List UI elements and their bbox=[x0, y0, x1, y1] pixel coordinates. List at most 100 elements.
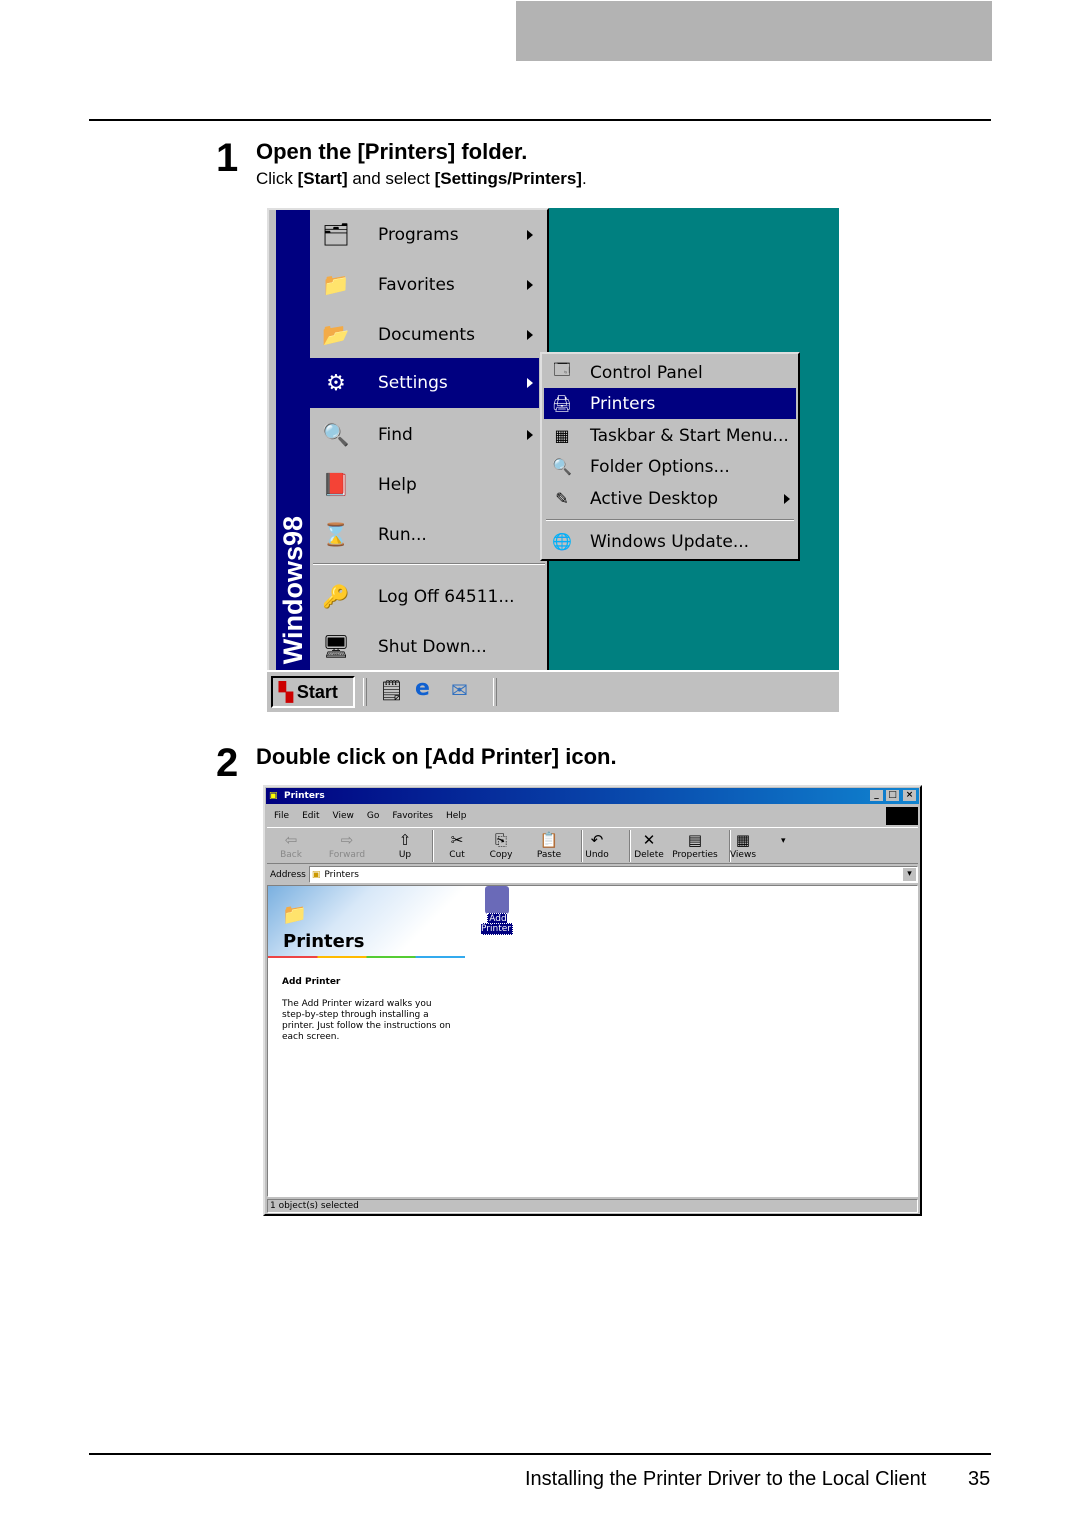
start-menu-item-favorites[interactable]: 📁 Favorites bbox=[310, 260, 539, 310]
up-button[interactable]: ⇧ Up bbox=[385, 830, 425, 860]
properties-button[interactable]: ▤ Properties bbox=[671, 830, 719, 860]
title-bar[interactable]: ▣ Printers _ □ × bbox=[266, 788, 919, 804]
content-area: 📁 Printers Add Printer The Add Printer w… bbox=[267, 885, 918, 1197]
close-button[interactable]: × bbox=[903, 790, 916, 801]
page-number: 35 bbox=[968, 1468, 991, 1490]
show-desktop-icon[interactable]: 🗒 bbox=[379, 678, 404, 702]
outlook-express-icon[interactable]: ✉ bbox=[451, 678, 468, 702]
toolbar-label: Forward bbox=[328, 850, 366, 860]
text: and select bbox=[347, 169, 435, 188]
header-bar bbox=[516, 1, 992, 61]
submenu-arrow-icon bbox=[527, 378, 533, 388]
start-menu-item-programs[interactable]: 🗂 Programs bbox=[310, 210, 539, 260]
submenu-item-taskbar-start-menu[interactable]: ▦ Taskbar & Start Menu... bbox=[544, 420, 796, 451]
maximize-button[interactable]: □ bbox=[886, 790, 899, 801]
menu-edit[interactable]: Edit bbox=[302, 811, 319, 821]
start-menu: Windows98 🗂 Programs 📁 Favorites 📂 Documents ⚙… bbox=[267, 208, 549, 674]
views-button[interactable]: ▦ Views bbox=[723, 830, 763, 860]
add-printer-icon bbox=[485, 886, 509, 914]
toolbar-label: Properties bbox=[672, 850, 718, 860]
menu-file[interactable]: File bbox=[274, 811, 289, 821]
color-rule bbox=[268, 956, 465, 958]
find-icon: 🔍 bbox=[322, 422, 350, 448]
menu-bar: File Edit View Go Favorites Help bbox=[269, 807, 890, 825]
submenu-item-active-desktop[interactable]: ✎ Active Desktop bbox=[544, 483, 796, 514]
toolbar-label: Cut bbox=[449, 850, 465, 860]
views-dropdown-arrow[interactable]: ▾ bbox=[781, 836, 786, 846]
delete-button[interactable]: ✕ Delete bbox=[629, 830, 669, 860]
step-2-number: 2 bbox=[216, 741, 239, 785]
submenu-item-control-panel[interactable]: 🗔 Control Panel bbox=[544, 357, 796, 388]
start-menu-item-documents[interactable]: 📂 Documents bbox=[310, 310, 539, 360]
settings-submenu: 🗔 Control Panel 🖨 Printers ▦ Taskbar & Start … bbox=[540, 352, 800, 561]
back-button[interactable]: ⇦ Back bbox=[271, 830, 311, 860]
start-menu-screenshot: Windows98 🗂 Programs 📁 Favorites 📂 Documents ⚙… bbox=[267, 208, 839, 712]
taskbar-icon: ▦ bbox=[554, 426, 570, 445]
text: [Settings/Printers] bbox=[434, 169, 582, 188]
paste-button[interactable]: 📋 Paste bbox=[529, 830, 569, 860]
menu-help[interactable]: Help bbox=[446, 811, 467, 821]
text: [Start] bbox=[297, 169, 348, 188]
start-menu-item-find[interactable]: 🔍 Find bbox=[310, 410, 539, 460]
printers-folder-icon: ▣ bbox=[269, 791, 278, 801]
taskbar-handle[interactable] bbox=[493, 678, 497, 706]
submenu-item-windows-update[interactable]: 🌐 Windows Update... bbox=[544, 526, 796, 557]
windows98-banner: Windows98 bbox=[276, 210, 310, 670]
monitor-icon: 🖥 bbox=[322, 634, 350, 660]
menu-item-label: Log Off 64511... bbox=[378, 587, 515, 607]
menu-item-label: Windows Update... bbox=[590, 531, 750, 552]
copy-button[interactable]: ⎘ Copy bbox=[481, 830, 521, 860]
step-1-number: 1 bbox=[216, 136, 239, 180]
windows-logo-icon: ▚ bbox=[279, 681, 293, 702]
programs-icon: 🗂 bbox=[322, 222, 350, 248]
internet-explorer-icon[interactable]: e bbox=[415, 676, 430, 701]
copy-icon: ⎘ bbox=[494, 831, 507, 849]
submenu-item-folder-options[interactable]: 🔍 Folder Options... bbox=[544, 451, 796, 482]
start-button[interactable]: ▚ Start bbox=[271, 676, 355, 708]
undo-button[interactable]: ↶ Undo bbox=[577, 830, 617, 860]
address-label: Address bbox=[270, 869, 306, 880]
cut-icon: ✂ bbox=[450, 831, 464, 849]
menu-view[interactable]: View bbox=[333, 811, 354, 821]
menu-separator bbox=[546, 519, 794, 521]
documents-icon: 📂 bbox=[322, 322, 350, 348]
control-panel-icon: 🗔 bbox=[553, 360, 571, 379]
start-menu-item-run[interactable]: ⌛ Run... bbox=[310, 510, 539, 560]
forward-button[interactable]: ⇨ Forward bbox=[327, 830, 367, 860]
address-bar: Address ▣ Printers ▾ bbox=[267, 865, 918, 884]
toolbar-label: Views bbox=[729, 850, 757, 860]
start-menu-item-shut-down[interactable]: 🖥 Shut Down... bbox=[310, 622, 547, 672]
paste-icon: 📋 bbox=[539, 831, 559, 849]
cut-button[interactable]: ✂ Cut bbox=[437, 830, 477, 860]
start-label: Start bbox=[296, 681, 338, 702]
add-printer-label: Add Printer bbox=[481, 913, 513, 935]
address-dropdown-button[interactable]: ▾ bbox=[903, 868, 916, 881]
key-icon: 🔑 bbox=[322, 584, 350, 610]
printers-folder-icon: 📁 bbox=[282, 902, 307, 926]
menu-item-label: Control Panel bbox=[590, 362, 703, 383]
views-icon: ▦ bbox=[735, 831, 751, 849]
address-input[interactable]: ▣ Printers ▾ bbox=[308, 866, 918, 883]
panel-title: Printers bbox=[283, 931, 365, 952]
taskbar-handle[interactable] bbox=[363, 678, 367, 706]
submenu-item-printers[interactable]: 🖨 Printers bbox=[544, 388, 796, 419]
toolbar-label: Undo bbox=[585, 850, 609, 860]
start-menu-item-help[interactable]: 📕 Help bbox=[310, 460, 539, 510]
start-menu-item-log-off-64511[interactable]: 🔑 Log Off 64511... bbox=[310, 572, 547, 622]
minimize-button[interactable]: _ bbox=[870, 790, 883, 801]
help-icon: 📕 bbox=[322, 472, 350, 498]
step-1-title: Open the [Printers] folder. bbox=[256, 139, 528, 164]
menu-go[interactable]: Go bbox=[367, 811, 379, 821]
menu-item-label: Run... bbox=[378, 525, 427, 545]
menu-item-label: Documents bbox=[378, 325, 475, 345]
start-menu-item-settings[interactable]: ⚙ Settings bbox=[310, 358, 539, 408]
menu-separator bbox=[313, 563, 545, 565]
menu-item-label: Help bbox=[378, 475, 417, 495]
menu-favorites[interactable]: Favorites bbox=[392, 811, 433, 821]
text: Click bbox=[256, 169, 298, 188]
toolbar-separator bbox=[432, 830, 434, 862]
add-printer-item[interactable]: Add Printer bbox=[472, 886, 522, 935]
toolbar-label: Delete bbox=[634, 850, 664, 860]
menu-item-label: Settings bbox=[378, 373, 448, 393]
active-desktop-icon: ✎ bbox=[555, 489, 569, 508]
